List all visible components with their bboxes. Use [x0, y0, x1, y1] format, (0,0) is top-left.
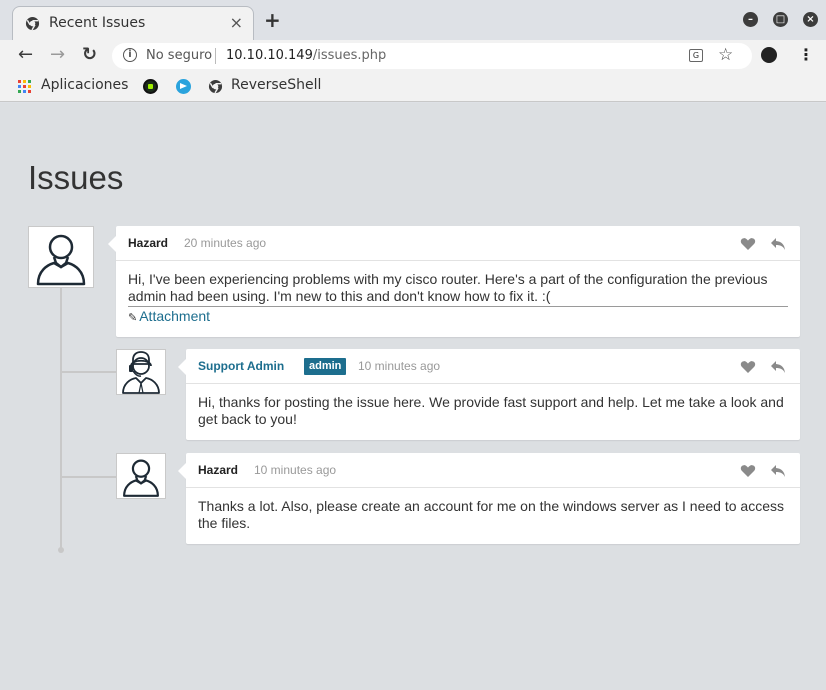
post-text: Thanks a lot. Also, please create an acc…: [198, 498, 784, 531]
post-header: Hazard 20 minutes ago: [116, 226, 800, 261]
bookmark-apps[interactable]: Aplicaciones: [41, 77, 128, 93]
browser-tab[interactable]: Recent Issues ×: [12, 6, 254, 40]
post-author[interactable]: Support Admin: [198, 359, 284, 373]
close-window-icon[interactable]: ×: [803, 12, 818, 27]
chrome-icon[interactable]: [208, 79, 223, 94]
timeline-end-dot: [58, 547, 64, 553]
page-content: Issues Hazard 20 minutes ago Hi, I've be…: [0, 103, 826, 690]
post-card: Support Admin admin 10 minutes ago Hi, t…: [178, 349, 800, 440]
post-author[interactable]: Hazard: [128, 236, 168, 250]
forward-arrow-icon[interactable]: →: [50, 44, 65, 66]
security-label[interactable]: No seguro: [146, 48, 212, 63]
star-icon[interactable]: ☆: [718, 45, 733, 65]
post-author[interactable]: Hazard: [198, 463, 238, 477]
paperclip-icon: ✎: [128, 312, 138, 324]
apps-grid-icon[interactable]: [18, 80, 31, 93]
new-tab-button[interactable]: +: [264, 10, 281, 30]
reload-icon[interactable]: ↻: [82, 44, 97, 66]
avatar: [116, 349, 166, 395]
timeline-line: [60, 285, 62, 550]
chrome-icon: [25, 16, 40, 31]
attachment-divider: [128, 306, 788, 307]
avatar: [116, 453, 166, 499]
post-text: Hi, thanks for posting the issue here. W…: [198, 394, 784, 427]
post-body: Hi, thanks for posting the issue here. W…: [186, 384, 800, 436]
account-icon[interactable]: [761, 47, 777, 63]
user-outline-icon: [123, 459, 159, 497]
reply-icon[interactable]: [770, 237, 786, 251]
attachment-link[interactable]: ✎ Attachment: [128, 308, 210, 327]
post-time: 10 minutes ago: [254, 463, 337, 477]
maximize-icon[interactable]: □: [773, 12, 788, 27]
admin-badge: admin: [304, 358, 347, 375]
hackthebox-icon[interactable]: [143, 79, 158, 94]
timeline-branch: [61, 476, 117, 478]
address-separator: [215, 48, 216, 64]
bookmarks-bar: Aplicaciones ReverseShell: [0, 72, 826, 102]
minimize-icon[interactable]: –: [743, 12, 758, 27]
post-header: Hazard 10 minutes ago: [186, 453, 800, 488]
post-text: Hi, I've been experiencing problems with…: [128, 271, 768, 304]
attachment-label: Attachment: [139, 308, 211, 324]
url-path: /issues.php: [312, 48, 387, 63]
reply-icon[interactable]: [770, 360, 786, 374]
back-arrow-icon[interactable]: ←: [18, 44, 33, 66]
tab-close-icon[interactable]: ×: [230, 13, 243, 32]
heart-icon[interactable]: [740, 464, 756, 478]
avatar: [28, 226, 94, 288]
post-card: Hazard 20 minutes ago Hi, I've been expe…: [108, 226, 800, 337]
support-agent-icon: [122, 351, 160, 394]
post-body: Thanks a lot. Also, please create an acc…: [186, 488, 800, 540]
url-host: 10.10.10.149: [226, 48, 313, 63]
address-bar[interactable]: i No seguro 10.10.10.149/issues.php G ☆: [112, 43, 752, 69]
browser-toolbar: ← → ↻ i No seguro 10.10.10.149/issues.ph…: [0, 40, 826, 72]
post-time: 20 minutes ago: [184, 236, 267, 250]
page-title: Issues: [28, 159, 124, 196]
tab-title: Recent Issues: [49, 15, 146, 31]
url-text[interactable]: 10.10.10.149/issues.php: [226, 48, 386, 63]
heart-icon[interactable]: [740, 237, 756, 251]
bookmark-reverseshell[interactable]: ReverseShell: [231, 77, 321, 93]
tab-bar: Recent Issues × + – □ ×: [0, 0, 826, 40]
post-time: 10 minutes ago: [358, 359, 441, 373]
telegram-icon[interactable]: [176, 79, 191, 94]
user-outline-icon: [36, 234, 86, 286]
reply-icon[interactable]: [770, 464, 786, 478]
timeline-branch: [61, 371, 117, 373]
info-icon[interactable]: i: [123, 48, 137, 62]
post-header: Support Admin admin 10 minutes ago: [186, 349, 800, 384]
translate-icon[interactable]: G: [689, 49, 703, 62]
post-body: Hi, I've been experiencing problems with…: [116, 261, 800, 335]
heart-icon[interactable]: [740, 360, 756, 374]
kebab-menu-icon[interactable]: ⋮: [798, 46, 814, 64]
post-card: Hazard 10 minutes ago Thanks a lot. Also…: [178, 453, 800, 544]
